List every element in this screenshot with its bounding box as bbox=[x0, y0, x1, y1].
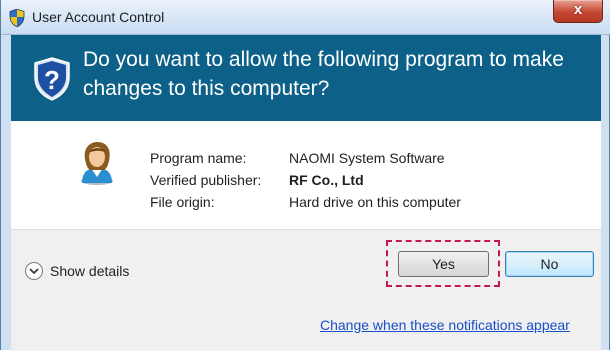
chevron-down-icon bbox=[25, 262, 43, 280]
close-icon: x bbox=[573, 1, 583, 18]
show-details-label: Show details bbox=[50, 263, 130, 279]
title-bar: User Account Control x bbox=[1, 0, 610, 35]
svg-text:?: ? bbox=[44, 65, 60, 95]
program-name-value: NAOMI System Software bbox=[289, 150, 445, 166]
dialog-footer: Show details Yes No Change when these no… bbox=[11, 229, 601, 351]
window-title: User Account Control bbox=[32, 9, 165, 25]
user-icon bbox=[81, 142, 113, 185]
program-name-label: Program name: bbox=[150, 150, 247, 166]
prompt-question: Do you want to allow the following progr… bbox=[83, 48, 564, 100]
no-button[interactable]: No bbox=[505, 251, 594, 277]
uac-shield-question-icon: ? bbox=[34, 57, 70, 101]
yes-button[interactable]: Yes bbox=[398, 251, 489, 277]
change-notifications-link[interactable]: Change when these notifications appear bbox=[320, 317, 570, 333]
publisher-value: RF Co., Ltd bbox=[289, 172, 364, 188]
program-details: Program name: NAOMI System Software Veri… bbox=[11, 121, 601, 229]
file-origin-value: Hard drive on this computer bbox=[289, 194, 461, 210]
uac-shield-icon bbox=[9, 9, 25, 27]
file-origin-label: File origin: bbox=[150, 194, 215, 210]
prompt-banner: ? Do you want to allow the following pro… bbox=[11, 35, 601, 121]
uac-dialog: User Account Control x ? Do you want to … bbox=[0, 0, 610, 351]
publisher-label: Verified publisher: bbox=[150, 172, 262, 188]
close-button[interactable]: x bbox=[553, 0, 603, 23]
